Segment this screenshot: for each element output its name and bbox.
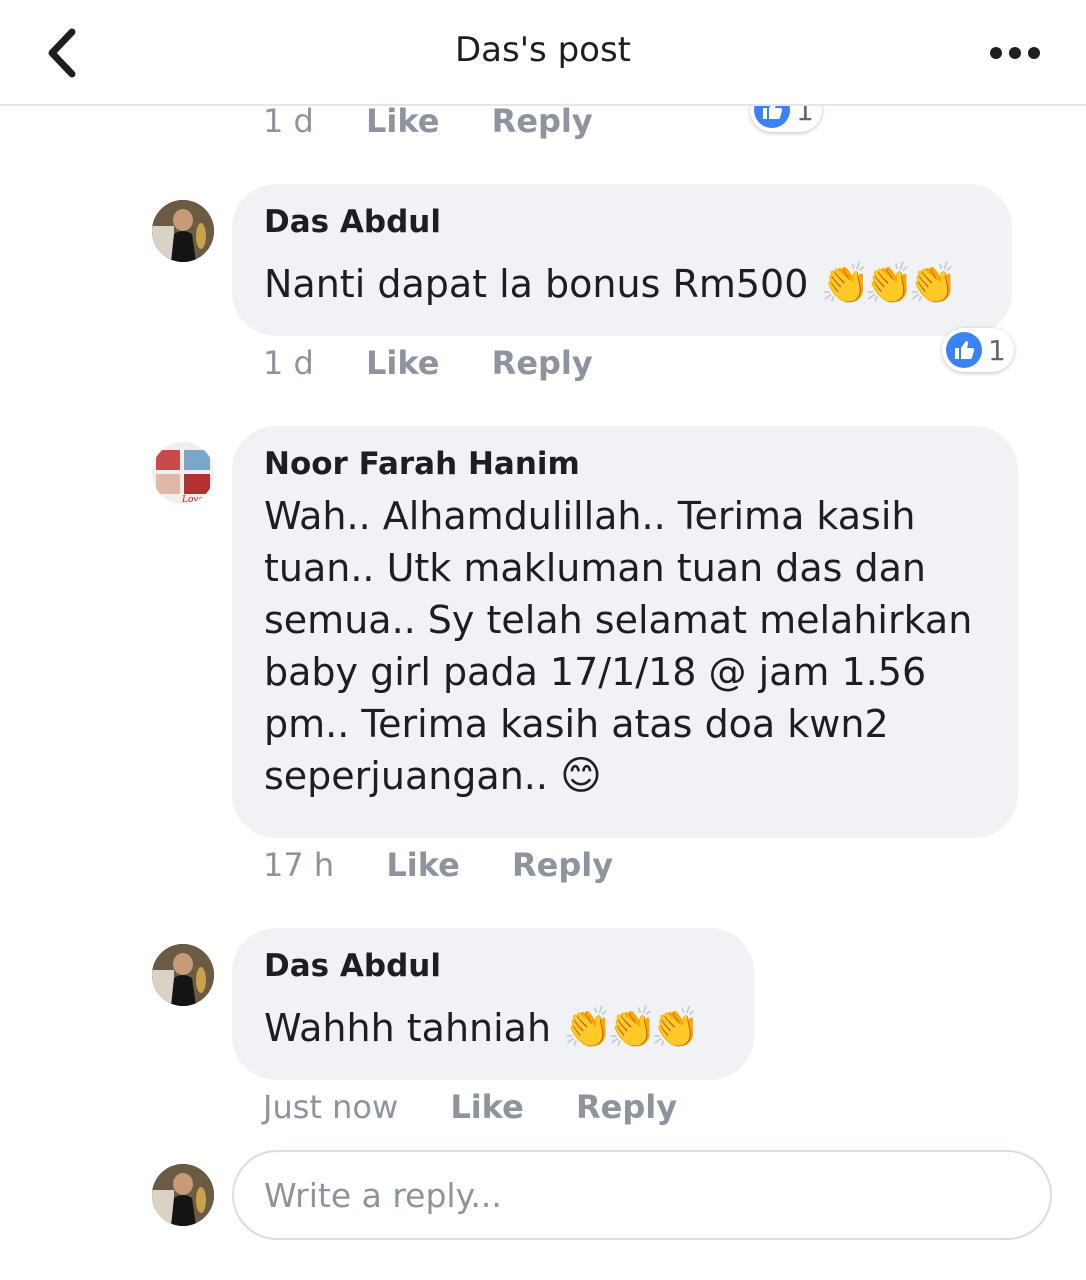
like-button[interactable]: Like bbox=[366, 102, 439, 140]
comment-meta: Just now Like Reply bbox=[263, 1088, 677, 1126]
more-dot bbox=[1009, 47, 1021, 59]
reaction-count: 1 bbox=[988, 333, 1006, 367]
top-bar: Das's post bbox=[0, 0, 1086, 106]
like-button[interactable]: Like bbox=[450, 1088, 523, 1126]
clapping-hands-emoji: 👏👏👏 bbox=[820, 261, 958, 307]
thumbs-up-icon bbox=[946, 332, 982, 368]
avatar[interactable]: Love bbox=[152, 442, 214, 504]
reply-button[interactable]: Reply bbox=[492, 344, 593, 382]
page-title: Das's post bbox=[454, 30, 632, 70]
comment-text-body: Nanti dapat la bonus Rm500 bbox=[264, 262, 809, 306]
svg-text:Love: Love bbox=[181, 495, 204, 504]
reply-button[interactable]: Reply bbox=[492, 102, 593, 140]
comment-text: Nanti dapat la bonus Rm500 👏👏👏 bbox=[264, 258, 980, 310]
comment-author[interactable]: Das Abdul bbox=[264, 948, 722, 984]
comment-meta: 17 h Like Reply bbox=[263, 846, 613, 884]
more-dot bbox=[1028, 47, 1040, 59]
like-button[interactable]: Like bbox=[386, 846, 459, 884]
comment-meta: 1 d Like Reply bbox=[263, 344, 593, 382]
reaction-badge[interactable]: 1 bbox=[942, 328, 1014, 372]
avatar[interactable] bbox=[152, 200, 214, 262]
more-dots-icon bbox=[990, 47, 1002, 59]
comment-bubble: Das Abdul Wahhh tahniah 👏👏👏 bbox=[232, 928, 754, 1080]
current-user-avatar bbox=[152, 1164, 214, 1226]
comment-time: 1 d bbox=[263, 344, 314, 382]
smiling-face-emoji: 😊 bbox=[560, 753, 602, 799]
avatar[interactable] bbox=[152, 944, 214, 1006]
comment-text-body: Wahhh tahniah bbox=[264, 1006, 552, 1050]
reply-input[interactable]: Write a reply... bbox=[232, 1150, 1052, 1240]
reply-button[interactable]: Reply bbox=[512, 846, 613, 884]
comment-time: 1 d bbox=[263, 102, 314, 140]
more-options-button[interactable] bbox=[990, 38, 1054, 68]
reply-button[interactable]: Reply bbox=[576, 1088, 677, 1126]
comment-author[interactable]: Das Abdul bbox=[264, 204, 980, 240]
comment-text: Wahhh tahniah 👏👏👏 bbox=[264, 1002, 722, 1054]
comment-text: Wah.. Alhamdulillah.. Terima kasih tuan.… bbox=[264, 490, 986, 802]
comment-text-body: Wah.. Alhamdulillah.. Terima kasih tuan.… bbox=[264, 494, 973, 798]
comment-author[interactable]: Noor Farah Hanim bbox=[264, 446, 986, 482]
comment-time: Just now bbox=[263, 1088, 399, 1126]
clapping-hands-emoji: 👏👏👏 bbox=[563, 1005, 700, 1051]
comment-meta: 1 d Like Reply bbox=[263, 102, 593, 140]
comment-time: 17 h bbox=[263, 846, 335, 884]
comment-bubble: Das Abdul Nanti dapat la bonus Rm500 👏👏👏 bbox=[232, 184, 1012, 336]
comment-bubble: Noor Farah Hanim Wah.. Alhamdulillah.. T… bbox=[232, 426, 1018, 838]
like-button[interactable]: Like bbox=[366, 344, 439, 382]
